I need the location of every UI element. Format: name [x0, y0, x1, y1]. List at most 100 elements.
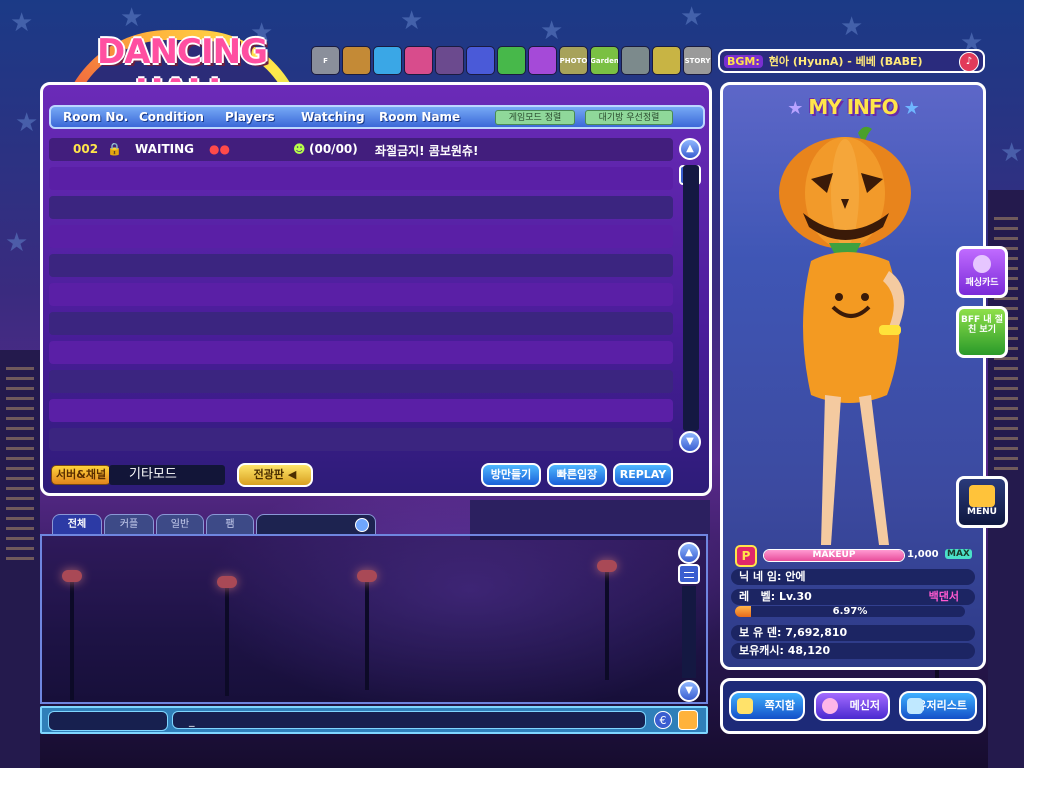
avatar-character — [779, 126, 911, 545]
photo-icon[interactable]: PHOTO — [559, 46, 588, 75]
scroll-up-button[interactable]: ▲ — [679, 138, 701, 160]
makeup-bar: MAKEUP — [763, 549, 905, 562]
bff-button[interactable]: BFF 내 절친 보기 — [956, 306, 1008, 358]
empty-room-row[interactable] — [49, 225, 673, 248]
cash-row: 보유캐시: 48,120 — [731, 643, 975, 659]
empty-room-row[interactable] — [49, 312, 673, 335]
quick-join-button[interactable]: 빠른입장 — [547, 463, 607, 487]
room-condition: WAITING — [135, 142, 194, 156]
empty-room-row[interactable] — [49, 196, 673, 219]
den-row: 보 유 덴: 7,692,810 — [731, 625, 975, 641]
building — [0, 350, 40, 768]
user-list-button[interactable]: 유저리스트 — [899, 691, 977, 721]
empty-room-row[interactable] — [49, 399, 673, 422]
chat-tab-extra[interactable] — [256, 514, 376, 536]
room-list-header: Room No. Condition Players Watching Room… — [49, 105, 705, 129]
rank-title: 백댄서 — [928, 590, 959, 603]
empty-room-row[interactable] — [49, 428, 673, 451]
tv-icon[interactable] — [528, 46, 557, 75]
empty-room-row[interactable] — [49, 370, 673, 393]
star-decoration: ★ — [540, 16, 564, 46]
settings-gear-icon[interactable] — [678, 710, 698, 730]
scroll-track[interactable] — [683, 165, 699, 431]
chat-scroll-track[interactable] — [682, 586, 696, 678]
makeup-value: 1,000 — [907, 549, 939, 560]
level-row: 레 벨: Lv.30 백댄서 — [731, 589, 975, 605]
ear-icon[interactable] — [621, 46, 650, 75]
chat-tab-general[interactable]: 일반 — [156, 514, 204, 536]
sort-waiting-first-button[interactable]: 대기방 우선정렬 — [585, 110, 673, 125]
chat-target-select[interactable] — [48, 711, 168, 731]
den-label: 보 유 덴: — [739, 626, 782, 639]
nickname-row: 닉 네 임: 안에 — [731, 569, 975, 585]
col-condition[interactable]: Condition — [139, 110, 204, 124]
den-value: 7,692,810 — [785, 626, 848, 639]
emoticon-icon[interactable]: € — [654, 711, 672, 729]
empty-room-row[interactable] — [49, 254, 673, 277]
chat-scroll-thumb[interactable] — [678, 564, 700, 584]
star-decoration: ★ — [400, 6, 424, 36]
messenger-button[interactable]: 메신저 — [814, 691, 890, 721]
star-decoration: ★ — [840, 12, 864, 42]
broadcast-button[interactable]: 전광판 ◀ — [237, 463, 313, 487]
chat-expand-icon[interactable] — [355, 518, 369, 532]
menu-label: MENU — [967, 507, 997, 517]
leaf-icon[interactable] — [497, 46, 526, 75]
garden-icon[interactable]: Garden — [590, 46, 619, 75]
chat-scroll-up-button[interactable]: ▲ — [678, 542, 700, 564]
broadcast-label: 전광판 — [253, 468, 285, 481]
players-icon: ●● — [209, 142, 230, 156]
chat-scroll-down-button[interactable]: ▼ — [678, 680, 700, 702]
lock-icon: 🔒 — [107, 142, 122, 156]
col-watching[interactable]: Watching — [301, 110, 365, 124]
users-icon — [907, 698, 923, 714]
chat-tab-family[interactable]: 팸 — [206, 514, 254, 536]
book-icon[interactable] — [652, 46, 681, 75]
gift-icon[interactable] — [404, 46, 433, 75]
mailbox-button[interactable]: 쪽지함 — [729, 691, 805, 721]
make-room-button[interactable]: 방만들기 — [481, 463, 541, 487]
music-toggle-icon[interactable]: ♪ — [959, 52, 979, 72]
passing-card-button[interactable]: 패싱카드 — [956, 246, 1008, 298]
chat-input[interactable]: _ — [172, 711, 646, 729]
room-row[interactable]: 002 🔒 WAITING ●● ☻ (00/00) 좌절금지! 콤보원츄! — [49, 138, 673, 161]
story-icon[interactable]: STORY — [683, 46, 712, 75]
sort-by-mode-button[interactable]: 게임모드 정렬 — [495, 110, 575, 125]
col-room-no[interactable]: Room No. — [63, 110, 128, 124]
chat-tab-all[interactable]: 전체 — [52, 514, 102, 536]
chat-log[interactable]: ▲ ▼ — [40, 534, 708, 704]
nickname-value: 안에 — [785, 570, 806, 583]
level-value: Lv.30 — [778, 590, 812, 603]
col-players[interactable]: Players — [225, 110, 275, 124]
star-decoration: ★ — [10, 8, 34, 38]
room-list-panel: Room No. Condition Players Watching Room… — [40, 82, 712, 496]
menu-button[interactable]: MENU — [956, 476, 1008, 528]
dance-icon[interactable] — [373, 46, 402, 75]
empty-room-row[interactable] — [49, 341, 673, 364]
my-info-panel: ★ MY INFO ★ P MAKEUP 1,000 MAX 닉 네 임: 안에… — [720, 82, 986, 670]
server-channel-button[interactable]: 서버&채널 — [51, 465, 112, 485]
bgm-bar: BGM: 현아 (HyunA) - 베베 (BABE) ♪ — [718, 49, 985, 73]
bottom-menu: 쪽지함 메신저 유저리스트 — [720, 678, 986, 734]
col-room-name[interactable]: Room Name — [379, 110, 460, 124]
cash-label: 보유캐시: — [739, 644, 784, 657]
fashion-icon[interactable]: F — [311, 46, 340, 75]
chat-input-bar: _ € — [40, 706, 708, 734]
level-label: 레 벨: — [739, 590, 776, 603]
bgm-label: BGM: — [724, 54, 763, 68]
replay-button[interactable]: REPLAY — [613, 463, 673, 487]
club-icon[interactable] — [466, 46, 495, 75]
chat-tab-couple[interactable]: 커플 — [104, 514, 154, 536]
makeup-label: MAKEUP — [812, 550, 856, 560]
nickname-label: 닉 네 임: — [739, 570, 782, 583]
music-icon[interactable] — [435, 46, 464, 75]
my-info-title-text: MY INFO — [808, 95, 898, 119]
star-decoration: ★ — [120, 3, 144, 33]
bag-icon[interactable] — [342, 46, 371, 75]
empty-room-row[interactable] — [49, 283, 673, 306]
room-number: 002 — [73, 142, 99, 156]
empty-room-row[interactable] — [49, 167, 673, 190]
scroll-down-button[interactable]: ▼ — [679, 431, 701, 453]
star-icon: ★ — [787, 98, 803, 119]
star-decoration: ★ — [680, 2, 704, 32]
